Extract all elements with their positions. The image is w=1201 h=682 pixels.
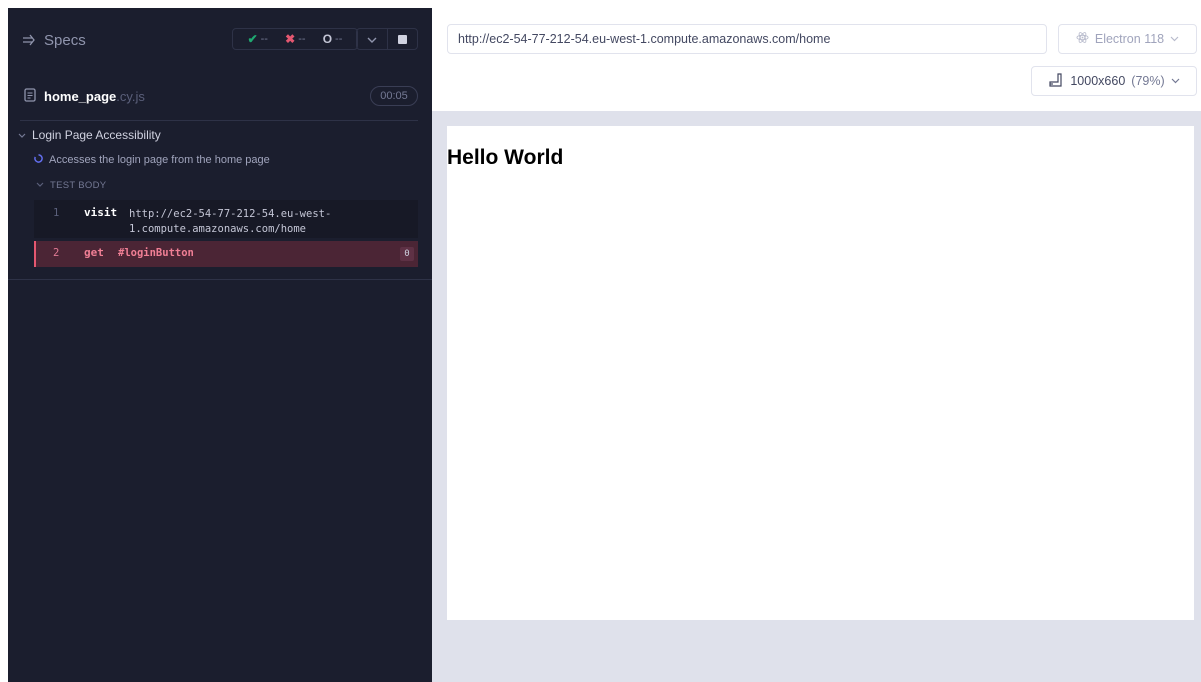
test-label: Accesses the login page from the home pa… [49, 154, 270, 166]
command-name: visit [84, 206, 118, 219]
specs-label: Specs [44, 31, 86, 49]
run-controls [356, 28, 418, 50]
viewport-scale: (79%) [1131, 74, 1165, 88]
spec-file[interactable]: home_page.cy.js [24, 88, 145, 105]
command-row-failed[interactable]: 2 get #loginButton 0 [34, 241, 418, 267]
viewport-info[interactable]: 1000x660 (79%) [1031, 66, 1197, 96]
viewport-size: 1000x660 [1070, 74, 1126, 88]
reporter-header: Specs ✔ -- ✖ -- O -- [8, 8, 432, 70]
command-row[interactable]: 1 visit http://ec2-54-77-212-54.eu-west-… [34, 200, 418, 238]
expand-button[interactable] [357, 29, 387, 49]
specs-link[interactable]: Specs [22, 30, 86, 50]
check-icon: ✔ [247, 32, 258, 46]
chevron-down-icon [36, 180, 44, 191]
element-count-badge: 0 [400, 247, 414, 261]
chevron-down-icon [18, 128, 26, 142]
command-log: 1 visit http://ec2-54-77-212-54.eu-west-… [34, 200, 418, 267]
divider [20, 120, 418, 121]
suite-title[interactable]: Login Page Accessibility [18, 128, 161, 142]
chevron-down-icon [1171, 76, 1180, 87]
reporter-panel: Specs ✔ -- ✖ -- O -- home_page.cy.js 00:… [8, 8, 432, 682]
stop-button[interactable] [386, 29, 418, 49]
test-title[interactable]: Accesses the login page from the home pa… [34, 154, 270, 166]
chevron-down-icon [367, 30, 377, 48]
command-name: get [84, 246, 104, 259]
command-number: 1 [53, 207, 60, 219]
browser-selector[interactable]: Electron 118 [1058, 24, 1197, 54]
spec-extension: .cy.js [116, 89, 145, 104]
test-body-toggle[interactable]: TEST BODY [36, 180, 106, 191]
command-message: #loginButton [118, 247, 194, 259]
passed-count: -- [260, 33, 268, 45]
document-icon [24, 88, 36, 105]
spec-file-row: home_page.cy.js 00:05 [8, 82, 432, 110]
viewport-icon [1048, 72, 1064, 90]
browser-label: Electron 118 [1094, 32, 1165, 46]
duration-badge: 00:05 [370, 86, 418, 106]
test-body-label: TEST BODY [50, 180, 107, 191]
command-number: 2 [53, 247, 60, 259]
spec-name: home_page [44, 89, 117, 104]
pending-stat: O -- [323, 32, 343, 46]
cypress-runner: Specs ✔ -- ✖ -- O -- home_page.cy.js 00:… [0, 0, 1201, 682]
failed-stat: ✖ -- [285, 32, 305, 46]
stop-icon [397, 34, 407, 44]
specs-arrow-icon [22, 34, 36, 46]
cross-icon: ✖ [285, 32, 296, 46]
url-bar[interactable]: http://ec2-54-77-212-54.eu-west-1.comput… [447, 24, 1047, 54]
command-message: http://ec2-54-77-212-54.eu-west-1.comput… [129, 208, 332, 235]
pending-icon: O [322, 32, 333, 46]
divider [8, 279, 432, 280]
running-spinner-icon [34, 154, 43, 166]
pending-count: -- [335, 33, 343, 45]
electron-icon [1076, 31, 1089, 47]
failed-count: -- [298, 33, 306, 45]
test-stats: ✔ -- ✖ -- O -- [232, 28, 358, 50]
app-under-test-panel: http://ec2-54-77-212-54.eu-west-1.comput… [432, 0, 1201, 682]
passed-stat: ✔ -- [248, 32, 268, 46]
suite-label: Login Page Accessibility [32, 128, 161, 142]
aut-iframe[interactable]: Hello World [447, 126, 1194, 620]
page-heading: Hello World [447, 146, 564, 169]
aut-stage: Hello World [432, 111, 1201, 682]
chevron-down-icon [1170, 34, 1179, 45]
